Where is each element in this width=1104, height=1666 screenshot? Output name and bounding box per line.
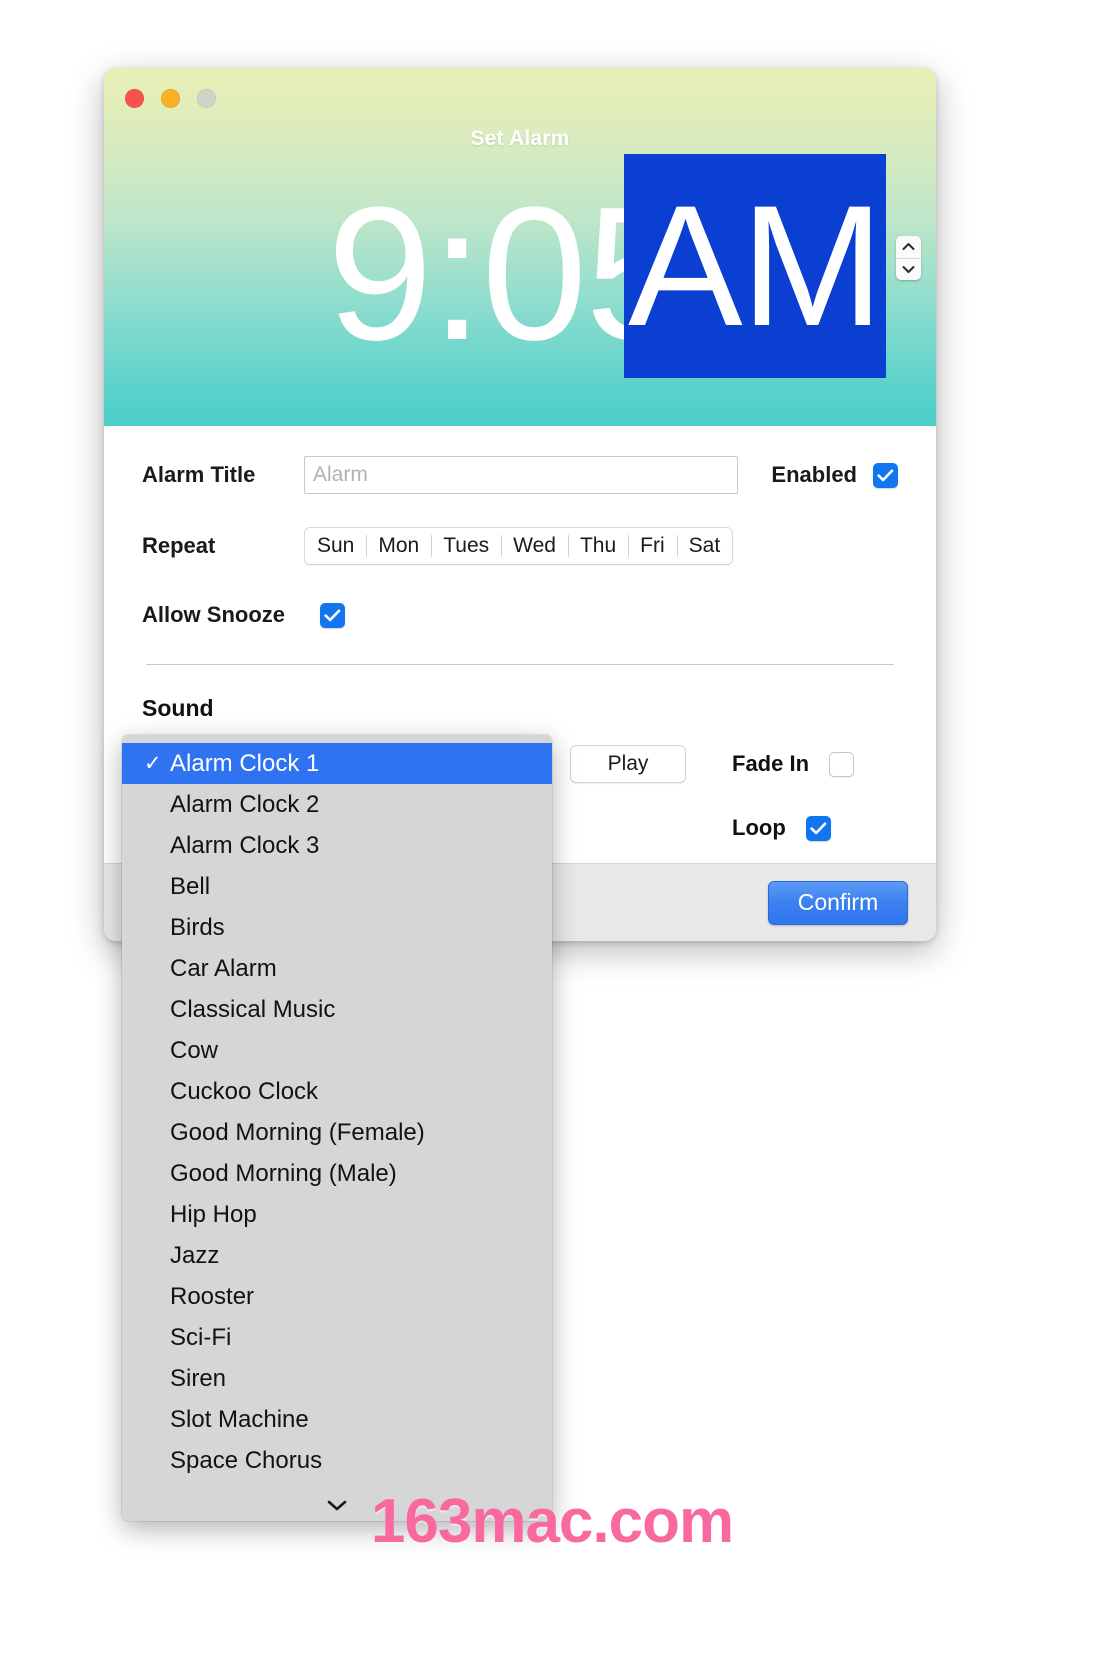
menu-item-bell[interactable]: Bell — [122, 866, 552, 907]
fade-in-checkbox[interactable] — [829, 751, 855, 777]
repeat-day-sat[interactable]: Sat — [676, 528, 733, 564]
menu-item-cow[interactable]: Cow — [122, 1030, 552, 1071]
traffic-light-group — [125, 89, 216, 108]
check-icon: ✓ — [144, 752, 162, 775]
confirm-button[interactable]: Confirm — [768, 880, 908, 925]
menu-item-label: Cow — [170, 1036, 219, 1064]
close-button[interactable] — [125, 89, 144, 108]
checkmark-icon — [810, 822, 827, 835]
alarm-title-row: Alarm Title Enabled — [142, 426, 898, 510]
menu-item-hip-hop[interactable]: Hip Hop — [122, 1194, 552, 1235]
menu-item-label: Alarm Clock 3 — [170, 831, 320, 859]
repeat-row: Repeat Sun Mon Tues Wed Thu Fri Sat — [142, 510, 898, 582]
menu-item-jazz[interactable]: Jazz — [122, 1235, 552, 1276]
chevron-up-icon — [902, 242, 915, 251]
chevron-down-icon — [902, 265, 915, 274]
window-title: Set Alarm — [470, 127, 570, 150]
menu-item-good-morning-female[interactable]: Good Morning (Female) — [122, 1112, 552, 1153]
fade-in-label: Fade In — [732, 751, 810, 776]
play-button[interactable]: Play — [570, 745, 686, 783]
menu-item-alarm-clock-1[interactable]: ✓ Alarm Clock 1 — [122, 743, 552, 784]
menu-item-label: Rooster — [170, 1282, 255, 1310]
menu-item-label: Cuckoo Clock — [170, 1077, 319, 1105]
menu-item-slot-machine[interactable]: Slot Machine — [122, 1399, 552, 1440]
allow-snooze-row: Allow Snooze — [142, 582, 898, 648]
meridiem-field[interactable]: AM — [624, 154, 886, 378]
menu-item-label: Sci-Fi — [170, 1323, 232, 1351]
minimize-button[interactable] — [161, 89, 180, 108]
alarm-hero-header: Set Alarm 9:05 AM — [104, 68, 936, 426]
loop-label: Loop — [732, 815, 786, 840]
repeat-day-tues[interactable]: Tues — [431, 528, 502, 564]
repeat-day-group: Sun Mon Tues Wed Thu Fri Sat — [304, 527, 734, 565]
sound-section-heading: Sound — [142, 695, 214, 721]
menu-item-label: Space Chorus — [170, 1446, 323, 1474]
menu-item-label: Good Morning (Female) — [170, 1118, 425, 1146]
menu-item-sci-fi[interactable]: Sci-Fi — [122, 1317, 552, 1358]
alarm-title-input[interactable] — [304, 456, 738, 494]
menu-item-label: Jazz — [170, 1241, 220, 1269]
menu-item-label: Good Morning (Male) — [170, 1159, 397, 1187]
menu-item-cuckoo-clock[interactable]: Cuckoo Clock — [122, 1071, 552, 1112]
menu-item-space-chorus[interactable]: Space Chorus — [122, 1440, 552, 1481]
meridiem-stepper[interactable] — [896, 236, 921, 280]
menu-item-label: Slot Machine — [170, 1405, 309, 1433]
menu-item-label: Alarm Clock 1 — [170, 749, 320, 777]
stepper-up-button[interactable] — [896, 236, 921, 258]
repeat-day-sun[interactable]: Sun — [305, 528, 367, 564]
repeat-day-wed[interactable]: Wed — [501, 528, 568, 564]
stepper-down-button[interactable] — [896, 257, 921, 281]
sound-dropdown-menu[interactable]: ✓ Alarm Clock 1 Alarm Clock 2 Alarm Cloc… — [122, 735, 552, 1521]
screenshot-root: Set Alarm 9:05 AM Alarm Title Alarm Enab… — [0, 0, 1104, 1666]
fade-in-control: Fade In — [732, 751, 855, 777]
menu-item-label: Alarm Clock 2 — [170, 790, 320, 818]
enabled-control: Enabled — [771, 462, 898, 488]
loop-checkbox[interactable] — [805, 815, 831, 841]
zoom-button — [197, 89, 216, 108]
menu-item-good-morning-male[interactable]: Good Morning (Male) — [122, 1153, 552, 1194]
alarm-title-label: Alarm Title — [142, 462, 256, 487]
checkmark-icon — [877, 469, 894, 482]
repeat-label: Repeat — [142, 533, 216, 558]
menu-item-siren[interactable]: Siren — [122, 1358, 552, 1399]
menu-item-label: Bell — [170, 872, 211, 900]
repeat-day-fri[interactable]: Fri — [628, 528, 677, 564]
menu-item-label: Car Alarm — [170, 954, 277, 982]
menu-item-rooster[interactable]: Rooster — [122, 1276, 552, 1317]
checkmark-icon — [324, 609, 341, 622]
loop-control: Loop — [732, 815, 831, 841]
menu-item-alarm-clock-2[interactable]: Alarm Clock 2 — [122, 784, 552, 825]
allow-snooze-checkbox[interactable] — [320, 602, 345, 628]
repeat-day-mon[interactable]: Mon — [366, 528, 432, 564]
menu-item-birds[interactable]: Birds — [122, 907, 552, 948]
menu-item-alarm-clock-3[interactable]: Alarm Clock 3 — [122, 825, 552, 866]
enabled-checkbox[interactable] — [873, 462, 898, 488]
menu-item-label: Classical Music — [170, 995, 336, 1023]
menu-item-label: Siren — [170, 1364, 227, 1392]
menu-item-label: Hip Hop — [170, 1200, 257, 1228]
menu-item-car-alarm[interactable]: Car Alarm — [122, 948, 552, 989]
allow-snooze-label: Allow Snooze — [142, 602, 285, 627]
enabled-label: Enabled — [771, 462, 857, 487]
meridiem-value: AM — [628, 170, 884, 362]
menu-item-classical-music[interactable]: Classical Music — [122, 989, 552, 1030]
menu-item-label: Birds — [170, 913, 225, 941]
section-divider — [146, 664, 894, 665]
repeat-day-thu[interactable]: Thu — [567, 528, 629, 564]
watermark-text: 163mac.com — [370, 1487, 734, 1556]
